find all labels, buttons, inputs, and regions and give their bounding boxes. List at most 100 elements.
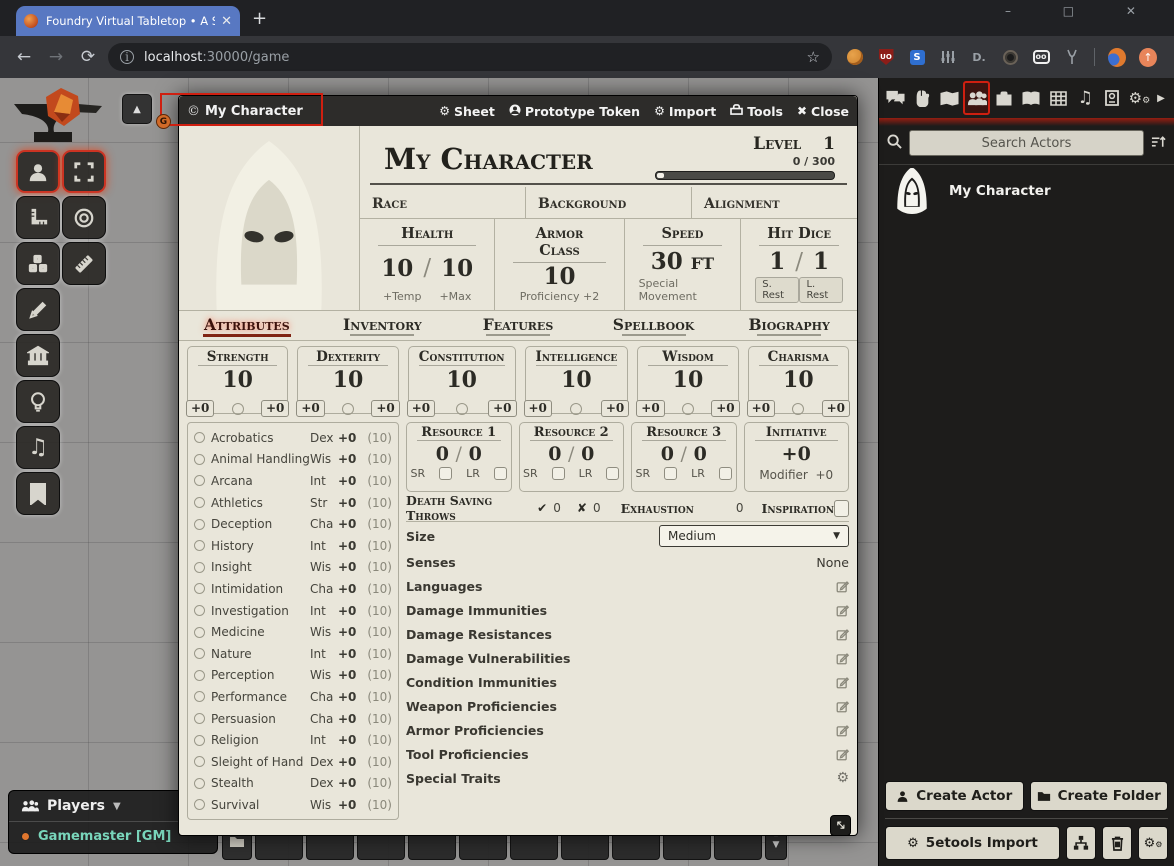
skill-prof-radio[interactable] <box>194 605 205 616</box>
profile-avatar[interactable] <box>1108 48 1126 67</box>
proficiency-radio[interactable] <box>342 403 354 415</box>
sr-checkbox[interactable] <box>664 467 677 480</box>
long-rest-button[interactable]: L. Rest <box>799 277 843 303</box>
skill-prof-radio[interactable] <box>194 475 205 486</box>
resource-1-box[interactable]: Resource 1 0 / 0 SRLR <box>406 422 512 492</box>
sidebar-collapse-icon[interactable]: ▶ <box>1154 93 1168 104</box>
skill-row[interactable]: DeceptionCha+0(10) <box>194 513 392 535</box>
trait-damage-immunities[interactable]: Damage Immunities <box>406 598 849 622</box>
inspiration-checkbox[interactable] <box>834 500 849 517</box>
edit-icon[interactable] <box>836 700 849 713</box>
edit-icon[interactable] <box>836 724 849 737</box>
sr-checkbox[interactable] <box>439 467 452 480</box>
check-mod[interactable]: +0 <box>261 400 289 417</box>
ability-intelligence[interactable]: Intelligence 10 +0+0 <box>525 346 629 414</box>
create-actor-button[interactable]: Create Actor <box>885 781 1024 811</box>
ability-score[interactable]: 10 <box>409 367 515 393</box>
fork-extension-icon[interactable] <box>1063 48 1081 66</box>
skill-row[interactable]: PersuasionCha+0(10) <box>194 708 392 730</box>
ability-score[interactable]: 10 <box>638 367 737 393</box>
skill-row[interactable]: HistoryInt+0(10) <box>194 535 392 557</box>
hp-max[interactable]: 10 <box>441 255 473 282</box>
scene-nav-collapse-button[interactable]: ▲ <box>122 94 152 124</box>
edit-icon[interactable] <box>836 604 849 617</box>
tab-biography[interactable]: Biography <box>721 315 857 336</box>
hd-max[interactable]: 1 <box>813 248 829 275</box>
trait-special-traits[interactable]: Special Traits ⚙ <box>406 766 849 790</box>
window-resize-handle[interactable]: ↔ <box>830 815 851 836</box>
character-name[interactable]: My Character <box>384 142 645 176</box>
lr-checkbox[interactable] <box>606 467 619 480</box>
trait-damage-resistances[interactable]: Damage Resistances <box>406 622 849 646</box>
reload-icon[interactable]: ⟳ <box>72 47 104 67</box>
skill-prof-radio[interactable] <box>194 540 205 551</box>
sounds-tool-button[interactable]: ♫ <box>16 426 60 469</box>
resource-3-box[interactable]: Resource 3 0 / 0 SRLR <box>631 422 737 492</box>
tab-attributes[interactable]: Attributes <box>179 315 315 337</box>
hp-current[interactable]: 10 <box>381 255 413 282</box>
tab-inventory[interactable]: Inventory <box>315 315 451 336</box>
skill-prof-radio[interactable] <box>194 691 205 702</box>
proficiency-radio[interactable] <box>232 403 244 415</box>
url-text[interactable]: localhost:30000/game <box>144 50 289 65</box>
death-success-icon[interactable]: ✔ <box>537 501 547 515</box>
notes-tool-button[interactable] <box>16 472 60 515</box>
tab-spellbook[interactable]: Spellbook <box>586 315 722 336</box>
skill-row[interactable]: PerceptionWis+0(10) <box>194 665 392 687</box>
proficiency-radio[interactable] <box>570 403 582 415</box>
skill-prof-radio[interactable] <box>194 454 205 465</box>
ability-constitution[interactable]: Constitution 10 +0+0 <box>408 346 516 414</box>
skill-prof-radio[interactable] <box>194 670 205 681</box>
walls-tool-button[interactable] <box>16 334 60 377</box>
skill-prof-radio[interactable] <box>194 756 205 767</box>
trait-damage-vulnerabilities[interactable]: Damage Vulnerabilities <box>406 646 849 670</box>
ability-wisdom[interactable]: Wisdom 10 +0+0 <box>637 346 738 414</box>
robot-extension-icon[interactable]: oo <box>1033 50 1050 64</box>
lighting-tool-button[interactable] <box>16 380 60 423</box>
skill-row[interactable]: ArcanaInt+0(10) <box>194 470 392 492</box>
skill-row[interactable]: InsightWis+0(10) <box>194 557 392 579</box>
trash-button[interactable] <box>1102 826 1132 860</box>
tab-journal[interactable] <box>1018 82 1043 114</box>
ability-charisma[interactable]: Charisma 10 +0+0 <box>748 346 849 414</box>
check-mod[interactable]: +0 <box>488 400 516 417</box>
folder-tree-button[interactable] <box>1066 826 1096 860</box>
save-mod[interactable]: +0 <box>296 400 324 417</box>
check-mod[interactable]: +0 <box>822 400 850 417</box>
site-info-icon[interactable]: i <box>120 50 134 64</box>
tab-chat[interactable] <box>883 82 908 114</box>
sort-filter-icon[interactable] <box>1151 134 1166 153</box>
cookie-extension-icon[interactable] <box>847 49 863 65</box>
ability-score[interactable]: 10 <box>298 367 397 393</box>
skill-prof-radio[interactable] <box>194 562 205 573</box>
s-extension-icon[interactable]: S <box>910 50 925 65</box>
trait-senses[interactable]: Senses None <box>406 550 849 574</box>
search-actors-input[interactable] <box>909 130 1144 156</box>
ublock-extension-icon[interactable]: UO <box>879 49 894 65</box>
import-button[interactable]: ⚙Import <box>654 104 716 119</box>
proficiency-radio[interactable] <box>456 403 468 415</box>
skill-row[interactable]: InvestigationInt+0(10) <box>194 600 392 622</box>
url-bar[interactable]: i localhost:30000/game ☆ <box>108 43 832 71</box>
ability-strength[interactable]: Strength 10 +0+0 <box>187 346 288 414</box>
tab-playlists[interactable]: ♫ <box>1073 82 1098 114</box>
dice-tool-button[interactable] <box>16 242 60 285</box>
edit-icon[interactable] <box>836 580 849 593</box>
foundry-logo[interactable] <box>6 86 116 160</box>
sliders-extension-icon[interactable] <box>939 48 957 66</box>
tab-items[interactable] <box>991 82 1016 114</box>
exhaustion-value[interactable]: 0 <box>736 501 744 515</box>
skill-row[interactable]: NatureInt+0(10) <box>194 643 392 665</box>
actor-name[interactable]: My Character <box>949 183 1051 199</box>
token-tool-button[interactable] <box>16 150 60 193</box>
save-mod[interactable]: +0 <box>407 400 435 417</box>
target-tool-button[interactable] <box>62 196 106 239</box>
skill-prof-radio[interactable] <box>194 778 205 789</box>
bookmark-star-icon[interactable]: ☆ <box>807 48 820 66</box>
back-icon[interactable]: ← <box>8 47 40 67</box>
skill-row[interactable]: Sleight of HandDex+0(10) <box>194 751 392 773</box>
edit-icon[interactable] <box>836 748 849 761</box>
special-movement-label[interactable]: Special Movement <box>639 277 727 303</box>
death-fail-icon[interactable]: ✘ <box>577 501 587 515</box>
save-mod[interactable]: +0 <box>747 400 775 417</box>
